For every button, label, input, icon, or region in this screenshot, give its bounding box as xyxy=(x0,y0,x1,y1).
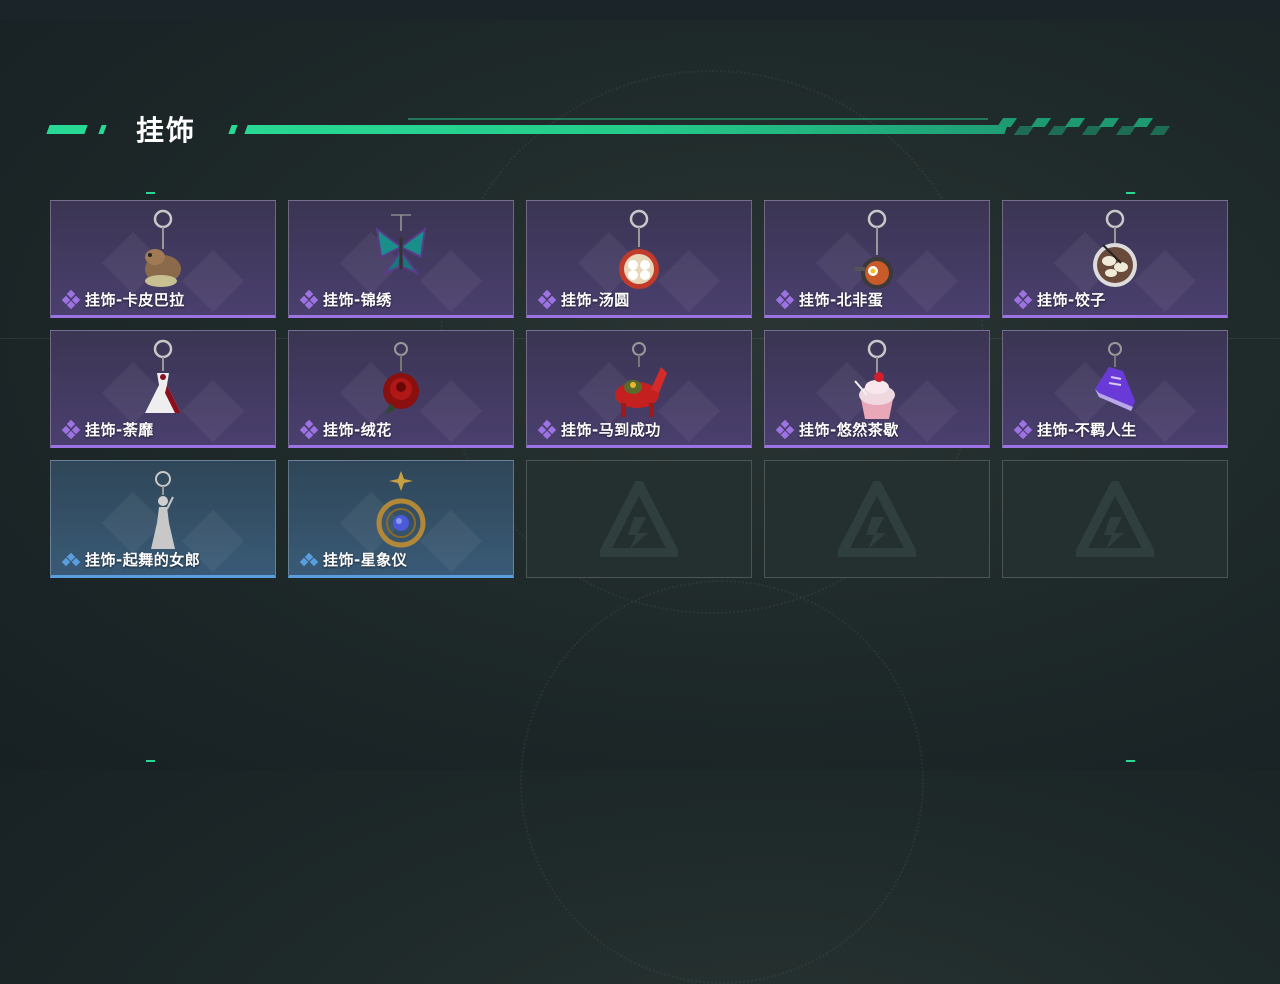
empty-slot xyxy=(526,460,752,578)
dumpling-charm-icon xyxy=(1093,209,1137,287)
rarity-diamond-icon xyxy=(61,552,81,566)
corner-tick xyxy=(1126,192,1135,194)
charm-card[interactable]: 挂饰-绒花 xyxy=(288,330,514,448)
corner-tick xyxy=(146,192,155,194)
header-dash xyxy=(46,125,88,134)
charm-card[interactable]: 挂饰-悠然茶歇 xyxy=(764,330,990,448)
charm-name: 挂饰-悠然茶歇 xyxy=(799,421,899,439)
game-logo-icon xyxy=(600,481,678,557)
charm-name: 挂饰-卡皮巴拉 xyxy=(85,291,185,309)
section-title: 挂饰 xyxy=(136,114,197,147)
rarity-diamond-icon xyxy=(299,552,319,566)
charm-name: 挂饰-不羁人生 xyxy=(1037,421,1137,439)
rose-charm-icon xyxy=(383,342,419,415)
corner-tick xyxy=(146,760,155,762)
butterfly-charm-icon xyxy=(375,214,427,276)
rarity-diamond-icon xyxy=(61,419,81,439)
section-header: 挂饰 xyxy=(46,108,1208,148)
header-bar xyxy=(244,125,1008,134)
dancer-charm-icon xyxy=(151,471,175,549)
rarity-diamond-icon xyxy=(61,289,81,309)
cupcake-charm-icon xyxy=(854,339,895,419)
charm-card[interactable]: 挂饰-北非蛋 xyxy=(764,200,990,318)
rarity-diamond-icon xyxy=(537,289,557,309)
dress-charm-icon xyxy=(145,339,181,413)
charm-name: 挂饰-星象仪 xyxy=(323,551,408,569)
charm-name: 挂饰-北非蛋 xyxy=(799,291,884,309)
charm-card[interactable]: 挂饰-起舞的女郎 xyxy=(50,460,276,578)
game-logo-icon xyxy=(838,481,916,557)
empty-slot xyxy=(764,460,990,578)
charm-card[interactable]: 挂饰-汤圆 xyxy=(526,200,752,318)
corner-tick xyxy=(1126,760,1135,762)
charm-grid: 挂饰-卡皮巴拉 挂饰-锦绣 挂饰-汤圆 挂饰-北非蛋 挂饰-饺子 挂饰-荼靡 挂… xyxy=(50,200,1230,580)
header-checker-pattern xyxy=(996,116,1200,136)
sneaker-charm-icon xyxy=(1095,342,1135,411)
top-strip xyxy=(0,0,1280,20)
charm-name: 挂饰-锦绣 xyxy=(323,291,392,309)
charm-name: 挂饰-荼靡 xyxy=(85,421,154,439)
capybara-charm-icon xyxy=(145,209,181,287)
charm-name: 挂饰-起舞的女郎 xyxy=(85,551,201,569)
charm-name: 挂饰-饺子 xyxy=(1037,291,1106,309)
charm-card[interactable]: 挂饰-马到成功 xyxy=(526,330,752,448)
charm-name: 挂饰-绒花 xyxy=(323,421,392,439)
header-dash xyxy=(228,125,238,134)
charm-card[interactable]: 挂饰-不羁人生 xyxy=(1002,330,1228,448)
charm-card[interactable]: 挂饰-卡皮巴拉 xyxy=(50,200,276,318)
tangyuan-charm-icon xyxy=(619,209,659,289)
empty-slot xyxy=(1002,460,1228,578)
header-thin-line xyxy=(408,118,988,120)
rarity-diamond-icon xyxy=(1013,289,1033,309)
shakshuka-charm-icon xyxy=(855,209,893,289)
charm-card[interactable]: 挂饰-饺子 xyxy=(1002,200,1228,318)
charm-name: 挂饰-马到成功 xyxy=(561,421,661,439)
charm-card[interactable]: 挂饰-锦绣 xyxy=(288,200,514,318)
header-dash xyxy=(98,125,107,134)
horse-charm-icon xyxy=(615,342,667,417)
charm-name: 挂饰-汤圆 xyxy=(561,291,630,309)
rarity-diamond-icon xyxy=(537,419,557,439)
charm-card[interactable]: 挂饰-荼靡 xyxy=(50,330,276,448)
rarity-diamond-icon xyxy=(775,289,795,309)
rarity-diamond-icon xyxy=(299,419,319,439)
astrolabe-charm-icon xyxy=(376,471,426,548)
rarity-diamond-icon xyxy=(1013,419,1033,439)
rarity-diamond-icon xyxy=(299,289,319,309)
game-logo-icon xyxy=(1076,481,1154,557)
background-ring xyxy=(520,580,924,984)
charm-card[interactable]: 挂饰-星象仪 xyxy=(288,460,514,578)
rarity-diamond-icon xyxy=(775,419,795,439)
